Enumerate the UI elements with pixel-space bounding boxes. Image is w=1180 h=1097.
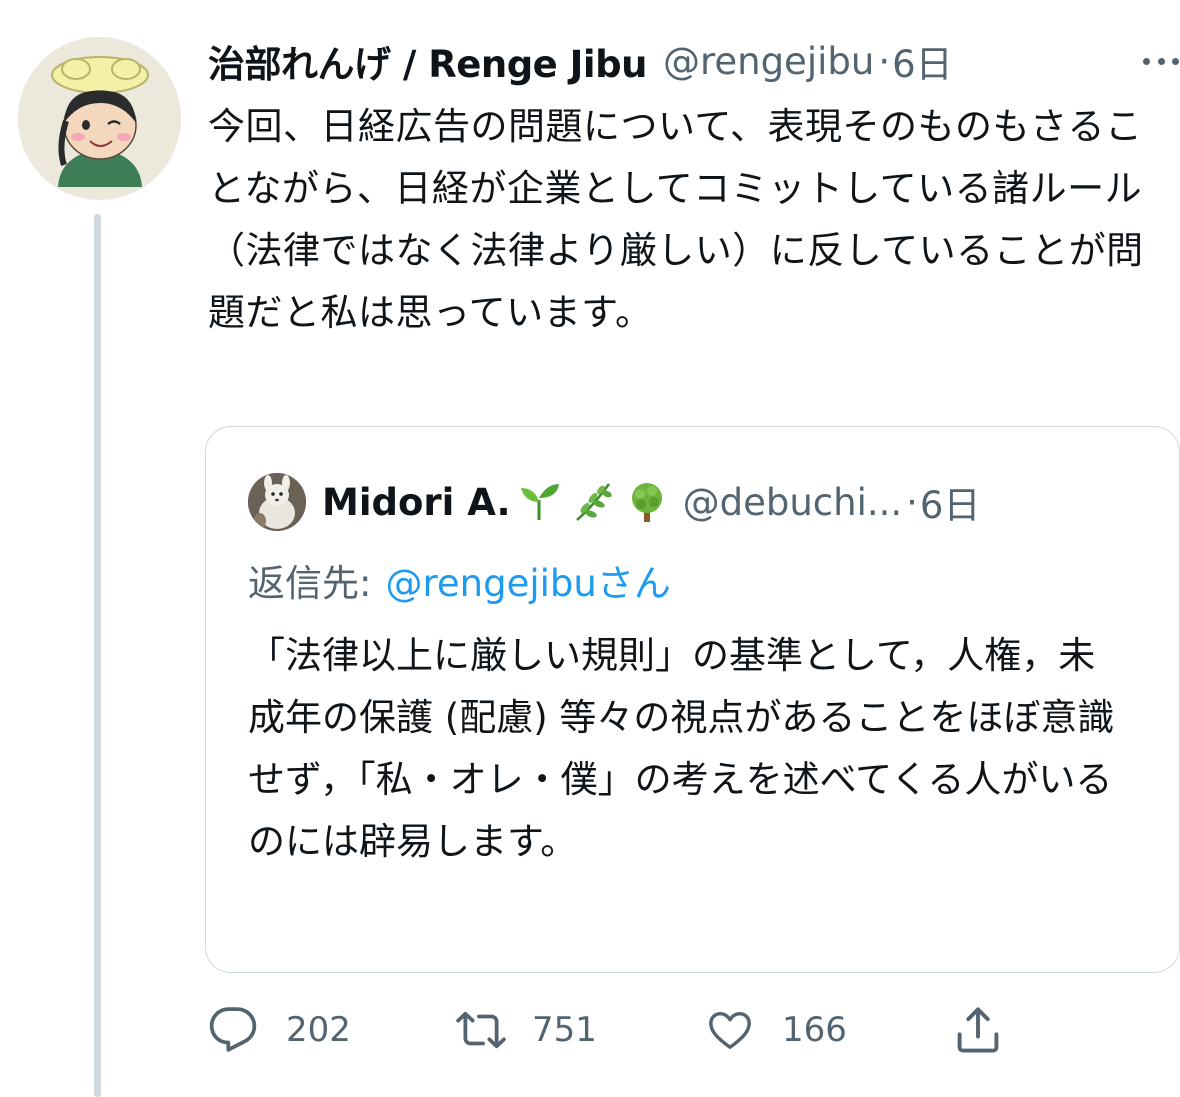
- retweet-count: 751: [532, 1010, 597, 1050]
- quoted-author-avatar[interactable]: [248, 473, 306, 531]
- reply-count: 202: [286, 1010, 351, 1050]
- deciduous-tree-emoji-icon: [631, 483, 662, 522]
- share-icon: [957, 1007, 999, 1053]
- like-count: 166: [782, 1010, 847, 1050]
- tweet-action-bar: 202 751 166: [208, 1000, 1108, 1060]
- tweet-timestamp[interactable]: 6日: [892, 34, 953, 88]
- thread-line: [94, 214, 101, 1097]
- tweet-header: 治部れんげ / Renge Jibu @rengejibu · 6日: [208, 30, 1148, 92]
- display-name-emojis: [517, 480, 669, 524]
- profile-drawing-avatar-icon: [18, 37, 181, 200]
- quoted-tweet-header: Midori A. @debuchi... · 6日: [322, 469, 1172, 535]
- author-display-name[interactable]: 治部れんげ / Renge Jibu: [208, 34, 647, 88]
- reply-mention-link[interactable]: @rengejibu: [385, 562, 596, 605]
- replying-to: 返信先: @rengejibuさん: [248, 553, 671, 607]
- quoted-tweet[interactable]: Midori A. @debuchi... · 6日 返信先: @rengeji…: [205, 426, 1180, 973]
- seedling-emoji-icon: [520, 484, 559, 520]
- author-handle[interactable]: @rengejibu: [663, 40, 874, 83]
- retweet-button[interactable]: 751: [454, 1000, 597, 1060]
- herb-emoji-icon: [575, 483, 612, 521]
- retweet-icon: [456, 1011, 506, 1049]
- share-button[interactable]: [952, 1000, 1004, 1060]
- tweet-text: 今回、日経広告の問題について、表現そのものもさることながら、日経が企業としてコミ…: [208, 105, 1144, 334]
- quoted-tweet-text: 「法律以上に厳しい規則」の基準として，人権，未成年の保護 (配慮) 等々の視点が…: [248, 634, 1115, 863]
- more-horizontal-icon: [1143, 57, 1150, 65]
- quoted-handle[interactable]: @debuchi...: [683, 481, 903, 524]
- quoted-separator-dot: ·: [906, 480, 918, 524]
- like-button[interactable]: 166: [706, 1000, 847, 1060]
- reply-button[interactable]: 202: [208, 1000, 351, 1060]
- quoted-timestamp[interactable]: 6日: [920, 475, 981, 529]
- heart-icon: [709, 1011, 751, 1049]
- figurine-photo-avatar-icon: [248, 473, 306, 531]
- separator-dot: ·: [878, 39, 891, 83]
- reply-icon: [209, 1007, 257, 1052]
- author-avatar[interactable]: [18, 37, 181, 200]
- quoted-display-name[interactable]: Midori A.: [322, 481, 511, 524]
- replying-to-label: 返信先:: [248, 562, 372, 605]
- more-options-button[interactable]: [1143, 46, 1179, 76]
- reply-honorific: さん: [596, 562, 671, 605]
